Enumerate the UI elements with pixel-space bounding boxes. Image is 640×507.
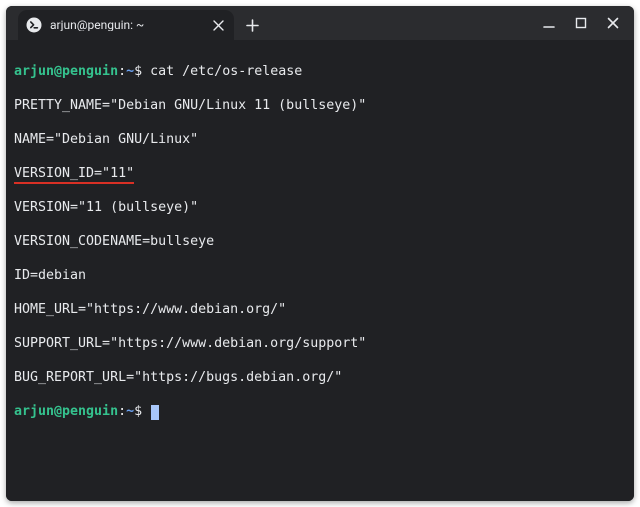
window-controls xyxy=(534,6,628,40)
prompt-path: ~ xyxy=(126,404,134,419)
highlight-version-id: VERSION_ID="11" xyxy=(14,165,134,184)
output-line: ID=debian xyxy=(14,267,626,284)
prompt-sep: : xyxy=(118,404,126,419)
tab-active[interactable]: arjun@penguin: ~ xyxy=(18,10,234,40)
maximize-button[interactable] xyxy=(566,9,596,37)
prompt-sep: : xyxy=(118,64,126,79)
tab-title: arjun@penguin: ~ xyxy=(50,19,202,31)
prompt-sigil: $ xyxy=(134,404,142,419)
prompt-line-2: arjun@penguin:~$ xyxy=(14,403,626,420)
prompt-userhost: arjun@penguin xyxy=(14,64,118,79)
terminal-window: arjun@penguin: ~ xyxy=(6,6,634,501)
close-window-button[interactable] xyxy=(598,9,628,37)
output-line: NAME="Debian GNU/Linux" xyxy=(14,131,626,148)
prompt-sigil: $ xyxy=(134,64,142,79)
tab-close-button[interactable] xyxy=(210,17,226,33)
output-line: PRETTY_NAME="Debian GNU/Linux 11 (bullse… xyxy=(14,97,626,114)
prompt-path: ~ xyxy=(126,64,134,79)
output-line-highlight: VERSION_ID="11" xyxy=(14,165,626,182)
output-line: BUG_REPORT_URL="https://bugs.debian.org/… xyxy=(14,369,626,386)
prompt-userhost: arjun@penguin xyxy=(14,404,118,419)
output-line: VERSION="11 (bullseye)" xyxy=(14,199,626,216)
command-text: cat /etc/os-release xyxy=(150,64,302,79)
terminal-icon xyxy=(26,17,42,33)
titlebar: arjun@penguin: ~ xyxy=(6,6,634,40)
prompt-line-1: arjun@penguin:~$ cat /etc/os-release xyxy=(14,63,626,80)
output-line: VERSION_CODENAME=bullseye xyxy=(14,233,626,250)
output-line: SUPPORT_URL="https://www.debian.org/supp… xyxy=(14,335,626,352)
minimize-button[interactable] xyxy=(534,9,564,37)
output-line: HOME_URL="https://www.debian.org/" xyxy=(14,301,626,318)
terminal-body[interactable]: arjun@penguin:~$ cat /etc/os-release PRE… xyxy=(6,40,634,501)
cursor xyxy=(151,405,159,420)
new-tab-button[interactable] xyxy=(238,11,266,39)
